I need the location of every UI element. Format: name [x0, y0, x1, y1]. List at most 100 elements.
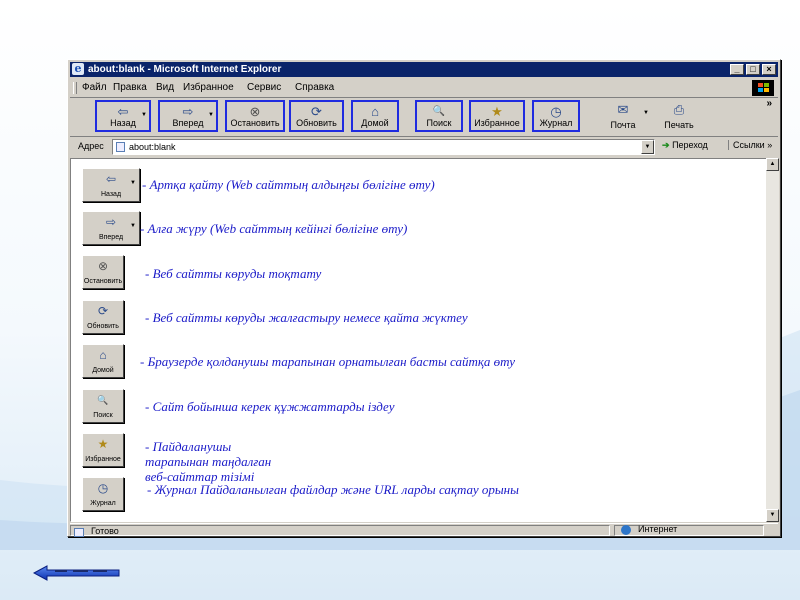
- address-dropdown-button[interactable]: ▼: [641, 140, 654, 154]
- legend-favorites-text: - Пайдаланушы тарапынан таңдалған веб-са…: [145, 439, 272, 484]
- menu-help[interactable]: Справка: [295, 82, 334, 93]
- home-icon: ⌂: [371, 104, 379, 119]
- mail-icon: ✉: [617, 102, 629, 117]
- legend-button-label: Обновить: [87, 323, 119, 330]
- status-zone: Интернет: [638, 524, 678, 534]
- page-done-icon: [74, 528, 84, 537]
- go-button[interactable]: ➔ Переход: [662, 140, 708, 151]
- toolbar-more-button[interactable]: »: [766, 98, 772, 109]
- title-bar: e about:blank - Microsoft Internet Explo…: [70, 62, 778, 77]
- toolbar-grip: [73, 82, 77, 94]
- menu-tools[interactable]: Сервис: [247, 82, 281, 93]
- favorites-icon: ★: [97, 437, 109, 451]
- links-button[interactable]: Ссылки »: [728, 140, 772, 150]
- links-more-icon: »: [767, 140, 773, 150]
- scroll-up-button[interactable]: ▲: [766, 158, 779, 171]
- menu-favorites[interactable]: Избранное: [183, 82, 234, 93]
- legend-button-label: Домой: [92, 367, 114, 374]
- legend-back-text: - Артқа қайту (Web сайттың алдыңғы бөліг…: [142, 177, 435, 192]
- go-arrow-icon: ➔: [662, 140, 670, 150]
- legend-button-label: Журнал: [90, 500, 116, 507]
- menu-view[interactable]: Вид: [156, 82, 174, 93]
- refresh-icon: ⟳: [311, 104, 322, 119]
- page-content: ⇦ ▼ Назад - Артқа қайту (Web сайттың алд…: [70, 158, 768, 522]
- back-arrow-icon: ⇦: [117, 104, 129, 119]
- stop-icon: ⊗: [97, 259, 109, 273]
- toolbar-label: Остановить: [230, 118, 280, 128]
- legend-search-button: 🔍 Поиск: [82, 389, 124, 423]
- window-title: about:blank - Microsoft Internet Explore…: [88, 64, 282, 75]
- toolbar-stop-button[interactable]: ⊗ Остановить: [225, 100, 285, 132]
- toolbar-label: Вперед: [172, 118, 204, 128]
- menu-bar: Файл Правка Вид Избранное Сервис Справка: [70, 79, 778, 98]
- browser-window: e about:blank - Microsoft Internet Explo…: [67, 59, 781, 537]
- favorites-icon: ★: [491, 104, 503, 119]
- status-text: Готово: [91, 526, 119, 536]
- legend-stop-text: - Веб сайтты көруды тоқтату: [145, 266, 322, 281]
- legend-button-label: Остановить: [83, 278, 123, 285]
- toolbar-back-button[interactable]: ⇦ ▼ Назад: [95, 100, 151, 132]
- toolbar-label: Журнал: [539, 118, 573, 128]
- legend-refresh-text: - Веб сайтты көруды жалғастыру немесе қа…: [145, 310, 468, 325]
- toolbar-search-button[interactable]: 🔍 Поиск: [415, 100, 463, 132]
- vertical-scrollbar[interactable]: ▲ ▼: [766, 158, 779, 522]
- toolbar-history-button[interactable]: ◷ Журнал: [532, 100, 580, 132]
- toolbar-forward-button[interactable]: ⇨ ▼ Вперед: [158, 100, 218, 132]
- menu-edit[interactable]: Правка: [113, 82, 147, 93]
- print-icon: ⎙: [673, 102, 685, 117]
- search-icon: 🔍: [97, 395, 109, 405]
- internet-zone-icon: [621, 525, 631, 535]
- toolbar-label: Домой: [361, 118, 389, 128]
- toolbar-favorites-button[interactable]: ★ Избранное: [469, 100, 525, 132]
- home-icon: ⌂: [99, 348, 107, 362]
- legend-button-label: Вперед: [98, 234, 124, 241]
- forward-arrow-icon: ⇨: [105, 215, 117, 229]
- legend-forward-button: ⇨ ▼ Вперед: [82, 211, 140, 245]
- maximize-button[interactable]: □: [746, 64, 760, 75]
- ie-logo-icon: e: [72, 63, 84, 75]
- toolbar-label: Печать: [664, 120, 694, 130]
- standard-toolbar: ⇦ ▼ Назад ⇨ ▼ Вперед ⊗ Остановить ⟳ Обно…: [70, 98, 778, 137]
- back-nav-arrow-icon[interactable]: [33, 565, 121, 581]
- address-box: ▼: [112, 139, 655, 155]
- toolbar-refresh-button[interactable]: ⟳ Обновить: [289, 100, 344, 132]
- forward-arrow-icon: ⇨: [182, 104, 194, 119]
- history-icon: ◷: [550, 104, 562, 119]
- address-label: Адрес: [78, 141, 104, 151]
- legend-history-text: - Журнал Пайдаланылған файлдар және URL …: [147, 482, 519, 497]
- page-icon: [116, 142, 125, 152]
- links-label: Ссылки: [733, 140, 765, 150]
- legend-home-button: ⌂ Домой: [82, 344, 124, 378]
- search-icon: 🔍: [432, 106, 446, 117]
- legend-button-label: Назад: [100, 191, 122, 198]
- refresh-icon: ⟳: [97, 304, 109, 318]
- legend-stop-button: ⊗ Остановить: [82, 255, 124, 289]
- chevron-down-icon[interactable]: ▼: [643, 110, 649, 116]
- address-bar: Адрес ▼ ➔ Переход Ссылки »: [70, 137, 778, 157]
- scroll-down-button[interactable]: ▼: [766, 509, 779, 522]
- history-icon: ◷: [97, 481, 109, 495]
- toolbar-label: Обновить: [296, 118, 337, 128]
- toolbar-label: Избранное: [474, 118, 520, 128]
- status-zone-cell: [614, 525, 764, 536]
- chevron-down-icon: ▼: [130, 180, 136, 186]
- stop-icon: ⊗: [249, 104, 261, 119]
- legend-refresh-button: ⟳ Обновить: [82, 300, 124, 334]
- toolbar-print-button[interactable]: ⎙ Печать: [655, 100, 703, 132]
- legend-forward-text: - Алға жүру (Web сайттың кейінгі бөлігін…: [140, 221, 408, 236]
- status-bar: Готово Интернет: [70, 523, 778, 537]
- back-arrow-icon: ⇦: [105, 172, 117, 186]
- legend-history-button: ◷ Журнал: [82, 477, 124, 511]
- legend-favorites-button: ★ Избранное: [82, 433, 124, 467]
- legend-back-button: ⇦ ▼ Назад: [82, 168, 140, 202]
- menu-file[interactable]: Файл: [82, 82, 107, 93]
- close-button[interactable]: ×: [762, 64, 776, 75]
- minimize-button[interactable]: _: [730, 64, 744, 75]
- legend-search-text: - Сайт бойынша керек құжжаттарды іздеу: [145, 399, 395, 414]
- toolbar-home-button[interactable]: ⌂ Домой: [351, 100, 399, 132]
- toolbar-label: Назад: [110, 118, 136, 128]
- go-label: Переход: [672, 140, 708, 150]
- address-input[interactable]: [129, 141, 629, 153]
- toolbar-mail-button[interactable]: ✉ ▼ Почта: [597, 100, 650, 132]
- legend-button-label: Избранное: [85, 456, 121, 463]
